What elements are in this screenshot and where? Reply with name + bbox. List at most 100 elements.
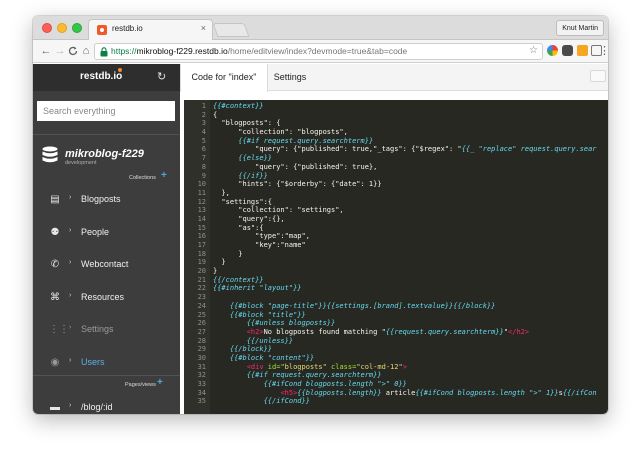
browser-tab[interactable]: restdb.io × bbox=[88, 19, 213, 40]
line-number: 24 bbox=[197, 301, 206, 310]
menu-dots-icon[interactable]: ⋮ bbox=[599, 44, 608, 58]
editor-tabs: Code for "index" Settings bbox=[180, 64, 608, 92]
code-text: }, bbox=[213, 188, 230, 197]
code-line: 27 <h2>No blogposts found matching "{{re… bbox=[184, 328, 608, 337]
address-bar[interactable]: https://mikroblog-f229.restdb.io/home/ed… bbox=[94, 43, 543, 60]
line-number: 10 bbox=[197, 180, 206, 189]
editor-option-button[interactable] bbox=[590, 70, 606, 82]
code-text: {{/ifCond}} bbox=[263, 397, 310, 406]
maximize-window-button[interactable] bbox=[72, 23, 82, 33]
sidebar-header: restdb.io ↻ bbox=[33, 64, 180, 91]
close-window-button[interactable] bbox=[42, 23, 52, 33]
minimize-window-button[interactable] bbox=[57, 23, 67, 33]
resources-icon: ⌘ bbox=[50, 292, 60, 303]
chevron-right-icon: › bbox=[69, 227, 72, 234]
code-line: 8 "query": {"published": true}, bbox=[184, 163, 608, 172]
sidebar-item-people[interactable]: ⚉ › People bbox=[33, 223, 180, 245]
code-line: 21 {{/context}} bbox=[184, 276, 608, 285]
tab-close-icon[interactable]: × bbox=[201, 23, 206, 33]
code-line: 1 {{#context}} bbox=[184, 102, 608, 111]
rss-icon[interactable] bbox=[577, 45, 588, 56]
chevron-right-icon: › bbox=[69, 324, 72, 331]
code-lines: 1 {{#context}} 2{3 "blogposts": {4 "collec… bbox=[184, 102, 608, 406]
line-number: 9 bbox=[201, 171, 206, 180]
line-number: 31 bbox=[197, 362, 206, 371]
line-number: 13 bbox=[197, 206, 206, 215]
database-icon bbox=[42, 146, 58, 163]
home-icon[interactable]: ⌂ bbox=[79, 44, 93, 58]
profile-button[interactable]: Knut Martin bbox=[556, 20, 604, 36]
code-text: {{#inherit "layout"}} bbox=[213, 284, 302, 293]
code-text: "query": {"published": true}, bbox=[213, 162, 378, 171]
tab-title: restdb.io bbox=[112, 24, 143, 33]
code-line: 24 {{#block "page-title"}}{{settings.[br… bbox=[184, 302, 608, 311]
add-collection-icon[interactable]: + bbox=[161, 170, 167, 181]
tab-strip: restdb.io × Knut Martin bbox=[33, 16, 608, 40]
forward-icon[interactable]: → bbox=[53, 44, 67, 58]
extension-color-icon[interactable] bbox=[547, 45, 558, 56]
sidebar-item-resources[interactable]: ⌘ › Resources bbox=[33, 288, 180, 310]
line-number: 12 bbox=[197, 197, 206, 206]
restdb-logo[interactable]: restdb.io bbox=[80, 71, 122, 82]
line-number: 2 bbox=[201, 110, 206, 119]
code-line: 6 "query": {"published": true,"_tags": {… bbox=[184, 145, 608, 154]
code-text: "collection": "settings", bbox=[213, 206, 344, 215]
line-number: 25 bbox=[197, 310, 206, 319]
chevron-right-icon: › bbox=[69, 402, 72, 409]
sidebar-item-users[interactable]: ◉ › Users bbox=[33, 353, 180, 375]
chevron-right-icon: › bbox=[69, 357, 72, 364]
back-icon[interactable]: ← bbox=[39, 44, 53, 58]
sidebar-item-webcontact[interactable]: ✆ › Webcontact bbox=[33, 255, 180, 277]
extension-shield-icon[interactable] bbox=[562, 45, 573, 56]
line-number: 4 bbox=[201, 128, 206, 137]
line-number: 7 bbox=[201, 154, 206, 163]
line-number: 30 bbox=[197, 353, 206, 362]
line-number: 33 bbox=[197, 380, 206, 388]
line-number: 18 bbox=[197, 249, 206, 258]
line-number: 17 bbox=[197, 241, 206, 249]
line-number: 35 bbox=[197, 397, 206, 406]
chevron-right-icon: › bbox=[69, 292, 72, 299]
code-text: {{#context}} bbox=[213, 102, 264, 110]
code-editor[interactable]: 1 {{#context}} 2{3 "blogposts": {4 "collec… bbox=[184, 100, 608, 414]
sidebar-item-label: Resources bbox=[81, 292, 125, 302]
code-text: "hints": {"$orderby": {"date": 1}} bbox=[213, 180, 382, 189]
line-number: 5 bbox=[201, 136, 206, 145]
code-line: 11 }, bbox=[184, 189, 608, 198]
bookmark-star-icon[interactable]: ☆ bbox=[529, 45, 538, 56]
code-text: } bbox=[213, 267, 218, 276]
code-line: 7 {{else}} bbox=[184, 154, 608, 163]
reload-icon[interactable] bbox=[66, 44, 80, 58]
code-line: 9 {{/if}} bbox=[184, 172, 608, 181]
code-text: {{/if}} bbox=[238, 171, 268, 180]
code-text: {{#if request.query.searchterm}} bbox=[246, 371, 382, 380]
chevron-right-icon: › bbox=[69, 259, 72, 266]
code-text: {{else}} bbox=[238, 154, 273, 163]
code-line: 17 "key":"name" bbox=[184, 241, 608, 250]
code-text: {{#unless blogposts}} bbox=[246, 319, 336, 328]
code-text: {{#block "title"}} bbox=[229, 310, 306, 319]
code-text: "settings":{ bbox=[213, 197, 273, 206]
sidebar-item-label: Blogposts bbox=[81, 194, 121, 204]
code-line: 25 {{#block "title"}} bbox=[184, 311, 608, 320]
sidebar-item-blog-id[interactable]: ▬ › /blog/:id bbox=[33, 398, 180, 414]
code-text: <h5>{{blogposts.length}} article{{#ifCon… bbox=[280, 388, 597, 397]
tab-code[interactable]: Code for "index" bbox=[180, 64, 268, 92]
app-area: restdb.io ↻ mikroblog-f229 development C… bbox=[33, 64, 608, 414]
sidebar-item-settings[interactable]: ⋮⋮ › Settings bbox=[33, 320, 180, 342]
code-line: 12 "settings":{ bbox=[184, 198, 608, 207]
search-input[interactable] bbox=[37, 101, 175, 121]
code-line: 18 } bbox=[184, 250, 608, 259]
lock-icon bbox=[100, 47, 108, 57]
collections-label: Collections bbox=[129, 175, 156, 181]
sidebar-item-blogposts[interactable]: ▤ › Blogposts bbox=[33, 190, 180, 212]
tab-settings[interactable]: Settings bbox=[270, 64, 310, 91]
line-number: 3 bbox=[201, 119, 206, 128]
code-text: {{#if request.query.searchterm}} bbox=[238, 136, 374, 145]
database-name[interactable]: mikroblog-f229 bbox=[65, 148, 144, 160]
new-tab-button[interactable] bbox=[212, 23, 250, 37]
add-page-icon[interactable]: + bbox=[157, 377, 163, 388]
refresh-icon[interactable]: ↻ bbox=[157, 70, 166, 83]
code-line: 35 {{/ifCond}} bbox=[184, 397, 608, 406]
code-line: 15 "as":{ bbox=[184, 224, 608, 233]
